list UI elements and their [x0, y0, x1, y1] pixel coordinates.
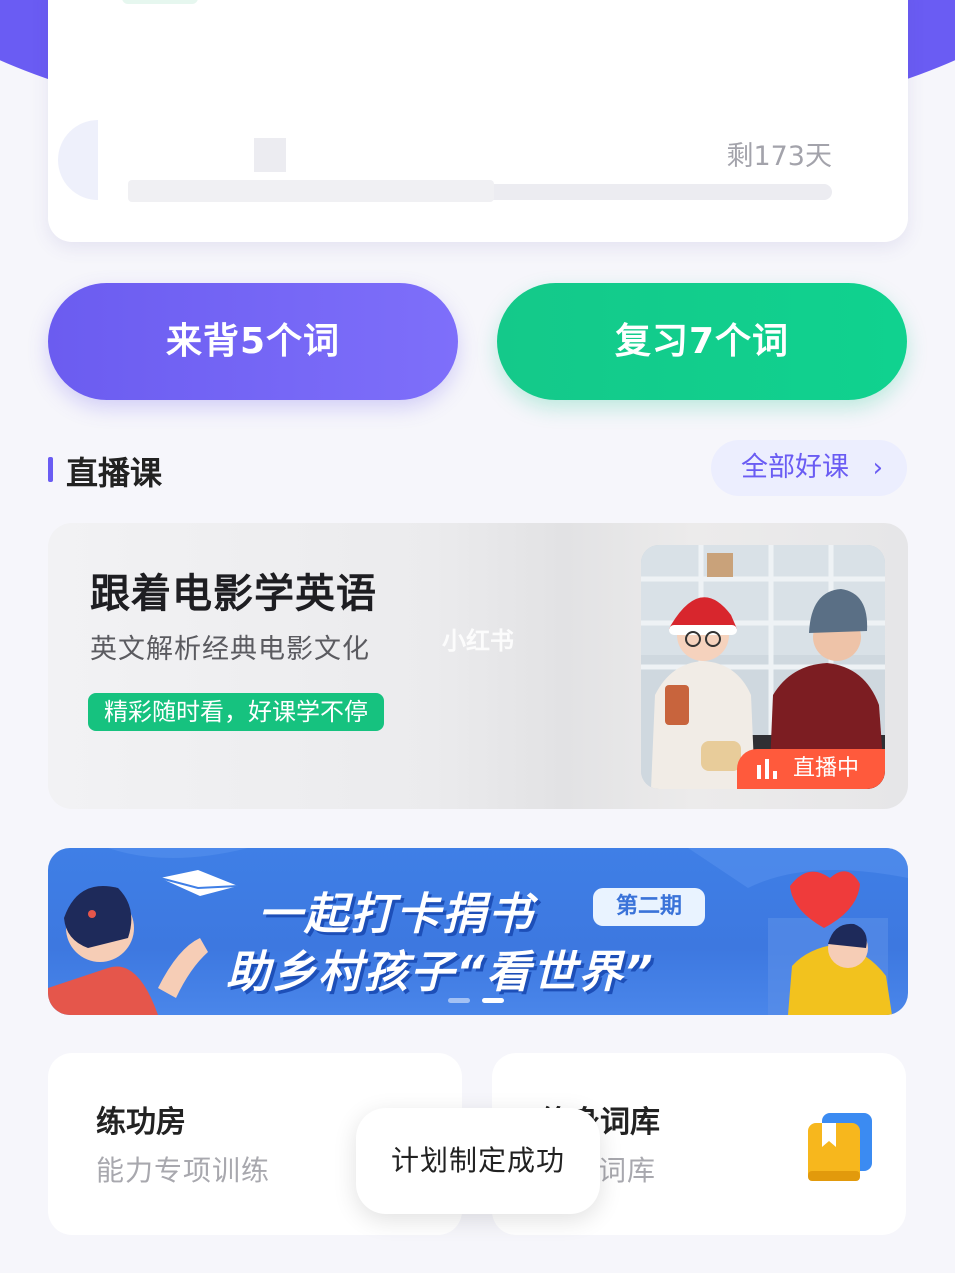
app-home-screen: 词书 剩173天 来背5个词 复习7个词 直播课 全部好课 › 跟着电影学英语 … [0, 0, 955, 1273]
course-badge: 精彩随时看，好课学不停 [88, 693, 384, 731]
live-section-title: 直播课 [66, 454, 163, 492]
plan-progress-bar [128, 138, 832, 202]
success-toast: 计划制定成功 [356, 1108, 600, 1214]
review-words-button[interactable]: 复习7个词 [497, 283, 907, 400]
progress-marker [254, 138, 286, 172]
watermark: 小红书 [442, 627, 514, 655]
remaining-days: 剩173天 [726, 141, 832, 172]
live-status-badge: 直播中 [737, 749, 885, 789]
chevron-right-icon: › [872, 453, 883, 483]
section-accent-bar [48, 457, 53, 482]
book-icon [808, 1113, 872, 1181]
all-courses-label: 全部好课 [741, 452, 849, 483]
banner-pagination [448, 998, 508, 1004]
course-title: 跟着电影学英语 [90, 571, 377, 617]
practice-room-subtitle: 能力专项训练 [96, 1154, 271, 1187]
banner-dot-1 [448, 998, 470, 1003]
promo-banner[interactable]: 一起打卡捐书 第二期 助乡村孩子“看世界” [48, 848, 908, 1015]
banner-headline: 一起打卡捐书 [258, 889, 534, 940]
book-tag: 词书 [122, 0, 198, 4]
all-courses-button[interactable]: 全部好课 › [711, 440, 907, 496]
live-course-card[interactable]: 跟着电影学英语 英文解析经典电影文化 精彩随时看，好课学不停 小红书 直播中 [48, 523, 908, 809]
live-bars-icon [757, 759, 777, 779]
book-cover [58, 120, 98, 200]
live-status-label: 直播中 [793, 756, 860, 781]
banner-dot-2 [482, 998, 504, 1003]
practice-room-title: 练功房 [96, 1105, 186, 1140]
learn-words-button[interactable]: 来背5个词 [48, 283, 458, 400]
plan-progress-fill [128, 180, 495, 202]
banner-subheadline: 助乡村孩子“看世界” [226, 947, 655, 998]
banner-edition-tag: 第二期 [593, 888, 705, 926]
study-plan-card[interactable]: 词书 剩173天 [48, 0, 908, 242]
live-video-thumbnail[interactable]: 直播中 [641, 545, 885, 789]
course-subtitle: 英文解析经典电影文化 [90, 634, 370, 665]
